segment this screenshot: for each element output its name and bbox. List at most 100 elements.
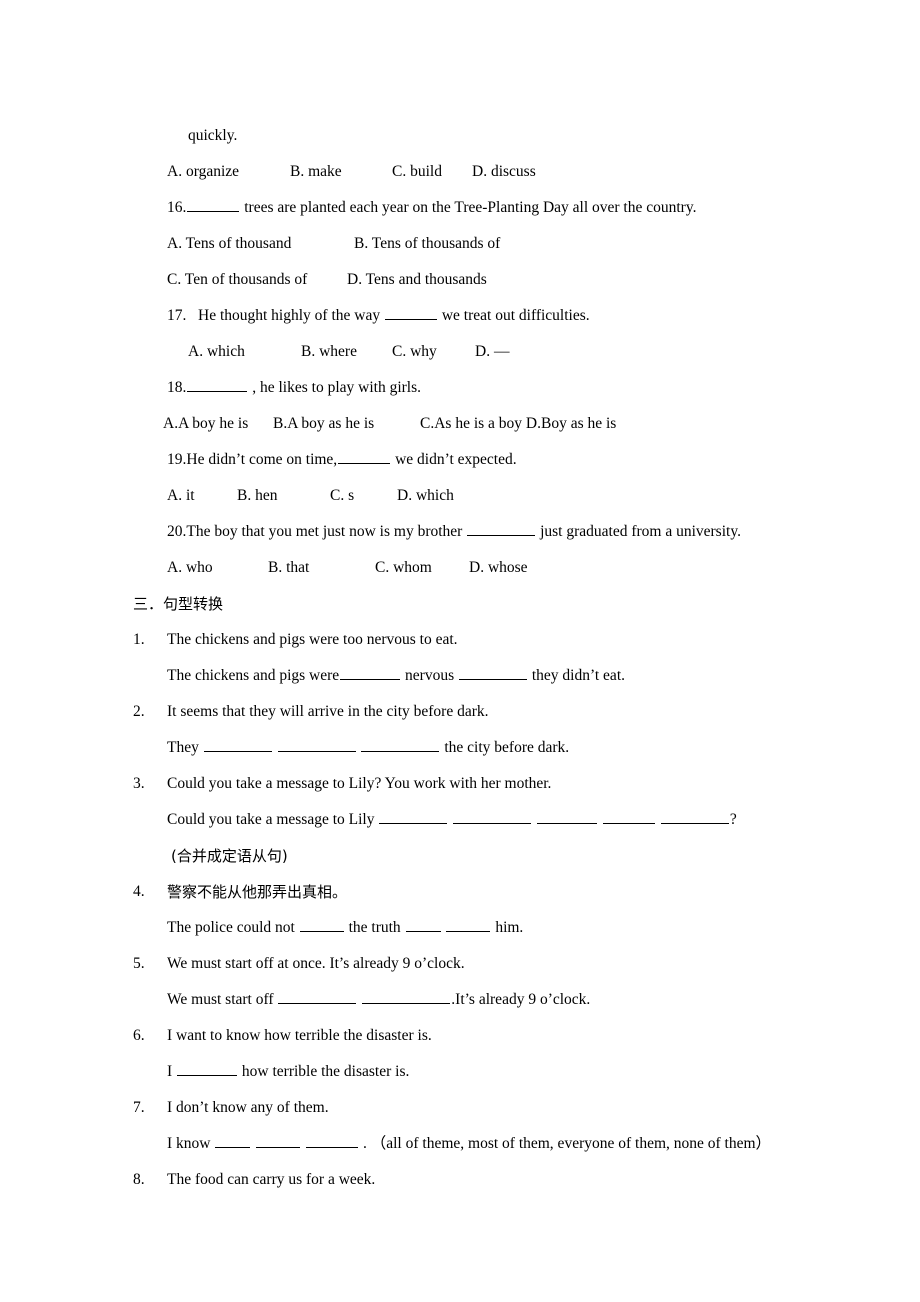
q17-option-d-label: D. xyxy=(475,343,491,360)
q19-number: 19. xyxy=(167,451,187,468)
q15-option-d[interactable]: D. discuss xyxy=(472,154,536,190)
item-7-word-bank: （all of theme, most of them, everyone of… xyxy=(370,1135,772,1152)
item-5-blank-2[interactable] xyxy=(362,990,451,1004)
item-3-blank-4[interactable] xyxy=(603,810,655,824)
q16-option-a[interactable]: A. Tens of thousand xyxy=(167,226,354,262)
item-5-prompt: We must start off at once. It’s already … xyxy=(167,955,465,972)
section-three-item-3: 3. Could you take a message to Lily? You… xyxy=(133,766,853,802)
item-4-prompt: 警察不能从他那弄出真相。 xyxy=(167,883,348,901)
item-5-answer-line: We must start off .It’s already 9 o’cloc… xyxy=(133,982,853,1018)
q18-option-cd[interactable]: C.As he is a boy D.Boy as he is xyxy=(420,406,616,442)
q18-question-line: 18. , he likes to play with girls. xyxy=(133,370,853,406)
q19-option-a[interactable]: A. it xyxy=(167,478,237,514)
item-3-prompt: Could you take a message to Lily? You wo… xyxy=(167,775,552,792)
q17-options-row: A. which B. where C. why D. — xyxy=(133,334,853,370)
q16-option-d[interactable]: D. Tens and thousands xyxy=(347,262,487,298)
worksheet-page: quickly. A. organize B. make C. build D. di… xyxy=(0,0,920,1302)
q15-options-row: A. organize B. make C. build D. discuss xyxy=(133,154,853,190)
item-2-blank-1[interactable] xyxy=(203,738,272,752)
item-1-answer-prefix: The chickens and pigs were xyxy=(167,667,340,684)
item-8-number: 8. xyxy=(133,1171,145,1188)
item-2-number: 2. xyxy=(133,703,145,720)
item-3-note: (合并成定语从句) xyxy=(171,847,288,865)
item-2-answer-line: They the city before dark. xyxy=(133,730,853,766)
item-4-blank-2[interactable] xyxy=(405,918,441,932)
item-7-blank-2[interactable] xyxy=(256,1134,301,1148)
q17-number: 17. xyxy=(167,307,187,324)
q18-text: , he likes to play with girls. xyxy=(252,379,422,396)
q20-option-a[interactable]: A. who xyxy=(167,550,268,586)
q17-option-b[interactable]: B. where xyxy=(301,334,392,370)
item-4-blank-3[interactable] xyxy=(446,918,491,932)
q19-option-c[interactable]: C. s xyxy=(330,478,397,514)
item-4-answer-prefix: The police could not xyxy=(167,919,295,936)
item-2-blank-2[interactable] xyxy=(277,738,356,752)
q17-option-a[interactable]: A. which xyxy=(188,334,301,370)
item-3-blank-5[interactable] xyxy=(660,810,729,824)
q20-question-line: 20.The boy that you met just now is my b… xyxy=(133,514,853,550)
item-3-answer-prefix: Could you take a message to Lily xyxy=(167,811,375,828)
item-3-blank-3[interactable] xyxy=(537,810,598,824)
item-6-number: 6. xyxy=(133,1027,145,1044)
item-7-number: 7. xyxy=(133,1099,145,1116)
item-4-blank-1[interactable] xyxy=(299,918,344,932)
section-three-item-1: 1. The chickens and pigs were too nervou… xyxy=(133,622,853,658)
item-6-prompt: I want to know how terrible the disaster… xyxy=(167,1027,432,1044)
item-5-number: 5. xyxy=(133,955,145,972)
section-three-item-2: 2. It seems that they will arrive in the… xyxy=(133,694,853,730)
q16-option-b[interactable]: B. Tens of thousands of xyxy=(354,226,500,262)
item-7-blank-3[interactable] xyxy=(306,1134,359,1148)
item-1-blank-1[interactable] xyxy=(340,666,401,680)
q19-text-after: we didn’t expected. xyxy=(395,451,517,468)
q15-option-b[interactable]: B. make xyxy=(290,154,392,190)
q20-option-b[interactable]: B. that xyxy=(268,550,375,586)
q17-option-c[interactable]: C. why xyxy=(392,334,475,370)
item-2-answer-suffix: the city before dark. xyxy=(444,739,570,756)
q16-number: 16. xyxy=(167,199,187,216)
dash-icon: — xyxy=(493,343,510,360)
item-7-answer-suffix: . xyxy=(362,1135,367,1152)
section-three-item-7: 7. I don’t know any of them. xyxy=(133,1090,853,1126)
q15-option-a[interactable]: A. organize xyxy=(167,154,290,190)
q17-blank[interactable] xyxy=(384,306,437,320)
item-3-blank-2[interactable] xyxy=(453,810,532,824)
q16-question-line: 16. trees are planted each year on the T… xyxy=(133,190,853,226)
q16-blank[interactable] xyxy=(187,198,240,212)
q20-blank[interactable] xyxy=(467,522,536,536)
q15-continuation-text: quickly. xyxy=(188,127,238,144)
item-1-answer-mid: nervous xyxy=(405,667,455,684)
q16-text: trees are planted each year on the Tree-… xyxy=(244,199,697,216)
item-1-answer-line: The chickens and pigs were nervous they … xyxy=(133,658,853,694)
q20-option-d[interactable]: D. whose xyxy=(469,550,528,586)
section-three-item-6: 6. I want to know how terrible the disas… xyxy=(133,1018,853,1054)
q20-option-c[interactable]: C. whom xyxy=(375,550,469,586)
q18-blank[interactable] xyxy=(187,378,248,392)
item-1-prompt: The chickens and pigs were too nervous t… xyxy=(167,631,458,648)
item-7-blank-1[interactable] xyxy=(215,1134,251,1148)
q17-option-d[interactable]: D. — xyxy=(475,334,509,370)
q16-options-row-2: C. Ten of thousands of D. Tens and thousa… xyxy=(133,262,853,298)
item-1-blank-2[interactable] xyxy=(459,666,527,680)
q19-option-d[interactable]: D. which xyxy=(397,478,454,514)
q19-blank[interactable] xyxy=(338,450,391,464)
q16-option-c[interactable]: C. Ten of thousands of xyxy=(167,262,347,298)
item-4-answer-line: The police could not the truth him. xyxy=(133,910,853,946)
q19-question-line: 19.He didn’t come on time, we didn’t exp… xyxy=(133,442,853,478)
section-three-item-8: 8. The food can carry us for a week. xyxy=(133,1162,853,1198)
section-three-heading: 三．句型转换 xyxy=(133,595,224,613)
item-3-number: 3. xyxy=(133,775,145,792)
item-1-number: 1. xyxy=(133,631,145,648)
item-5-blank-1[interactable] xyxy=(278,990,357,1004)
q18-option-a[interactable]: A.A boy he is xyxy=(163,406,273,442)
q18-option-b[interactable]: B.A boy as he is xyxy=(273,406,420,442)
item-2-blank-3[interactable] xyxy=(361,738,440,752)
section-three-item-5: 5. We must start off at once. It’s alrea… xyxy=(133,946,853,982)
item-3-blank-1[interactable] xyxy=(379,810,448,824)
q18-options-row: A.A boy he is B.A boy as he is C.As he is … xyxy=(133,406,853,442)
q16-options-row-1: A. Tens of thousand B. Tens of thousands … xyxy=(133,226,853,262)
q19-text-before: He didn’t come on time, xyxy=(186,451,338,468)
q19-option-b[interactable]: B. hen xyxy=(237,478,330,514)
q15-option-c[interactable]: C. build xyxy=(392,154,472,190)
item-6-blank-1[interactable] xyxy=(177,1062,238,1076)
item-1-answer-suffix: they didn’t eat. xyxy=(531,667,625,684)
